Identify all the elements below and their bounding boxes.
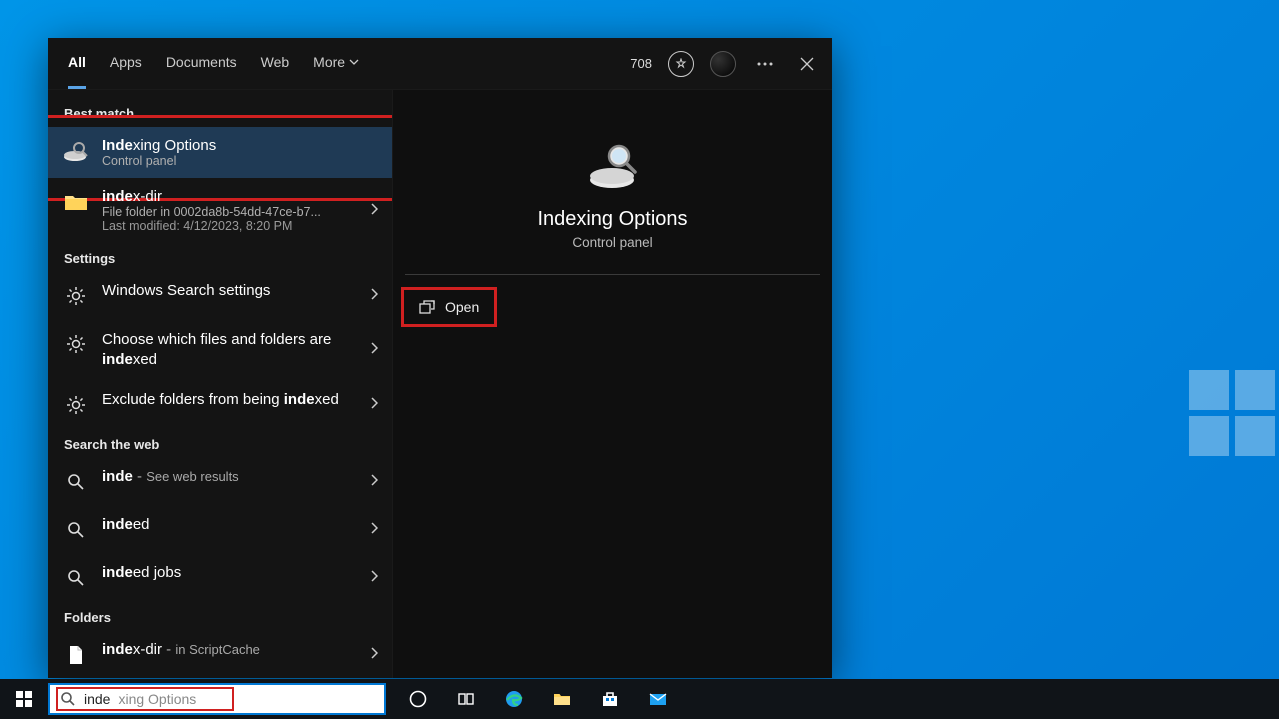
cortana-icon (408, 689, 428, 709)
result-title-bold: inde (102, 188, 133, 205)
folder-icon (62, 188, 90, 216)
result-web-indeed[interactable]: indeed (48, 506, 392, 554)
open-icon (419, 300, 435, 314)
chevron-down-icon (349, 57, 359, 67)
gear-icon (62, 391, 90, 419)
rewards-count: 708 (630, 56, 652, 71)
windows-wallpaper-logo (1189, 370, 1279, 460)
section-settings: Settings (48, 243, 392, 272)
chevron-right-icon (370, 473, 378, 491)
chevron-right-icon (370, 521, 378, 539)
search-preview-pane: Indexing Options Control panel Open (392, 90, 832, 678)
tab-all[interactable]: All (68, 38, 86, 89)
result-setting-choose-indexed[interactable]: Choose which files and folders are index… (48, 320, 392, 381)
chevron-right-icon (370, 341, 378, 359)
tab-documents[interactable]: Documents (166, 38, 237, 89)
result-web-indeed-jobs[interactable]: indeed jobs (48, 554, 392, 602)
chevron-right-icon (370, 646, 378, 664)
cortana-button[interactable] (394, 679, 442, 719)
chevron-right-icon (370, 202, 378, 220)
result-subtitle: Control panel (102, 154, 378, 168)
windows-icon (16, 691, 32, 707)
search-autocomplete-ghost: xing Options (118, 691, 196, 707)
chevron-right-icon (370, 287, 378, 305)
indexing-options-icon (62, 137, 90, 165)
search-icon (62, 516, 90, 544)
start-button[interactable] (0, 679, 48, 719)
mail-button[interactable] (634, 679, 682, 719)
result-best-match[interactable]: Indexing Options Control panel (48, 127, 392, 178)
close-button[interactable] (794, 51, 820, 77)
tab-more[interactable]: More (313, 38, 359, 89)
store-button[interactable] (586, 679, 634, 719)
result-folder-index-dir[interactable]: index-dir File folder in 0002da8b-54dd-4… (48, 178, 392, 243)
start-search-panel: All Apps Documents Web More 708 Bes (48, 38, 832, 678)
result-folder-scriptcache[interactable]: index-dir - in ScriptCache (48, 631, 392, 679)
indexing-options-large-icon (585, 140, 641, 190)
search-scope-tabs: All Apps Documents Web More (68, 38, 359, 89)
result-setting-exclude-folders[interactable]: Exclude folders from being indexed (48, 381, 392, 429)
section-best-match: Best match (48, 98, 392, 127)
open-button[interactable]: Open (405, 291, 493, 323)
search-panel-header: All Apps Documents Web More 708 (48, 38, 832, 90)
result-title-rest: xing Options (133, 137, 216, 154)
explorer-button[interactable] (538, 679, 586, 719)
section-folders: Folders (48, 602, 392, 631)
ellipsis-icon (757, 62, 773, 66)
search-icon (62, 468, 90, 496)
chevron-right-icon (370, 569, 378, 587)
rewards-icon[interactable] (668, 51, 694, 77)
tab-apps[interactable]: Apps (110, 38, 142, 89)
edge-icon (504, 689, 524, 709)
gear-icon (62, 282, 90, 310)
search-results-column: Best match Indexing Options Control pane… (48, 90, 392, 678)
open-label: Open (445, 299, 479, 315)
folder-icon (552, 689, 572, 709)
preview-subtitle: Control panel (572, 235, 652, 250)
search-icon (62, 564, 90, 592)
store-icon (600, 689, 620, 709)
taskview-button[interactable] (442, 679, 490, 719)
edge-button[interactable] (490, 679, 538, 719)
search-header-right: 708 (630, 51, 820, 77)
chevron-right-icon (370, 396, 378, 414)
taskbar-search-input[interactable]: inde xing Options (48, 683, 386, 715)
result-title-rest: x-dir (133, 188, 162, 205)
tab-web[interactable]: Web (261, 38, 290, 89)
search-icon (60, 691, 76, 707)
gear-icon (62, 330, 90, 358)
close-icon (800, 57, 814, 71)
user-avatar[interactable] (710, 51, 736, 77)
taskbar: inde xing Options (0, 679, 1279, 719)
section-search-web: Search the web (48, 429, 392, 458)
options-button[interactable] (752, 51, 778, 77)
search-typed-text: inde (84, 691, 110, 707)
document-icon (62, 641, 90, 669)
preview-title: Indexing Options (537, 208, 687, 231)
result-web-inde[interactable]: inde - See web results (48, 458, 392, 506)
result-title-bold: Inde (102, 137, 133, 154)
result-title: Windows Search settings (102, 282, 358, 299)
result-setting-windows-search[interactable]: Windows Search settings (48, 272, 392, 320)
tab-more-label: More (313, 54, 345, 70)
mail-icon (648, 689, 668, 709)
taskbar-pinned-icons (394, 679, 682, 719)
taskview-icon (456, 689, 476, 709)
